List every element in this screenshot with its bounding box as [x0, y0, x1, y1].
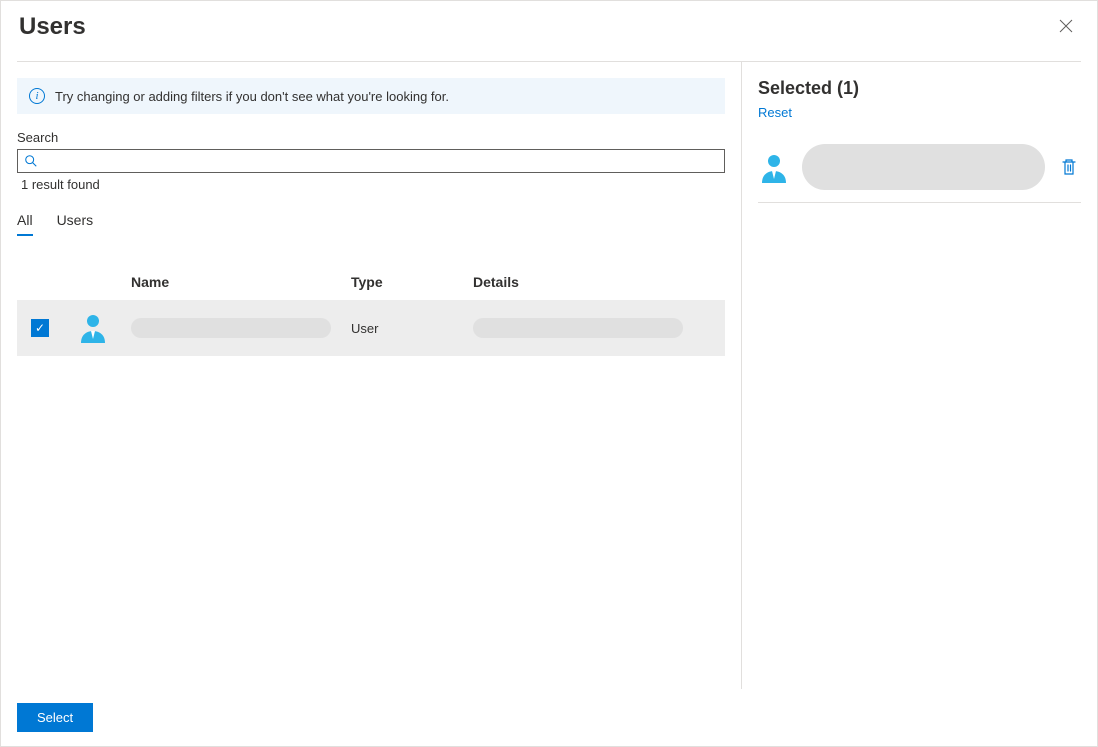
- selected-heading: Selected (1): [758, 78, 1081, 99]
- filter-tabs: All Users: [17, 212, 725, 236]
- info-icon: i: [29, 88, 45, 104]
- select-button[interactable]: Select: [17, 703, 93, 732]
- row-type: User: [351, 321, 473, 336]
- search-icon: [24, 154, 38, 168]
- table-row[interactable]: ✓ User: [17, 300, 725, 356]
- users-picker-panel: Users i Try changing or adding filters i…: [0, 0, 1098, 747]
- panel-footer: Select: [1, 689, 1097, 746]
- selected-item: [758, 144, 1081, 203]
- tab-users[interactable]: Users: [57, 212, 94, 236]
- reset-link[interactable]: Reset: [758, 105, 792, 120]
- info-message-bar: i Try changing or adding filters if you …: [17, 78, 725, 114]
- checkmark-icon: ✓: [35, 322, 45, 334]
- close-icon: [1059, 19, 1073, 33]
- row-checkbox[interactable]: ✓: [31, 319, 49, 337]
- selected-item-name-redacted: [802, 144, 1045, 190]
- left-pane: i Try changing or adding filters if you …: [17, 62, 741, 689]
- column-name[interactable]: Name: [131, 274, 351, 290]
- grid-body: ✓ User: [17, 300, 725, 668]
- search-result-count: 1 result found: [21, 177, 725, 192]
- tab-all[interactable]: All: [17, 212, 33, 236]
- remove-selected-button[interactable]: [1057, 154, 1081, 180]
- column-type[interactable]: Type: [351, 274, 473, 290]
- horizontal-scrollbar[interactable]: [17, 672, 725, 689]
- panel-header: Users: [1, 1, 1097, 61]
- info-message-text: Try changing or adding filters if you do…: [55, 89, 449, 104]
- row-name-redacted: [131, 318, 331, 338]
- column-details[interactable]: Details: [473, 274, 725, 290]
- panel-title: Users: [19, 13, 86, 41]
- search-label: Search: [17, 130, 725, 145]
- row-details-redacted: [473, 318, 683, 338]
- column-avatar: [77, 274, 131, 290]
- search-box[interactable]: [17, 149, 725, 173]
- results-grid: Name Type Details ✓: [17, 264, 725, 689]
- close-button[interactable]: [1053, 13, 1079, 41]
- grid-header-row: Name Type Details: [17, 264, 725, 300]
- selected-pane: Selected (1) Reset: [741, 62, 1081, 689]
- user-avatar-icon: [77, 311, 109, 343]
- user-avatar-icon: [758, 151, 790, 183]
- search-input[interactable]: [44, 153, 718, 170]
- panel-body: i Try changing or adding filters if you …: [1, 62, 1097, 689]
- trash-icon: [1061, 158, 1077, 176]
- column-checkbox: [31, 274, 77, 290]
